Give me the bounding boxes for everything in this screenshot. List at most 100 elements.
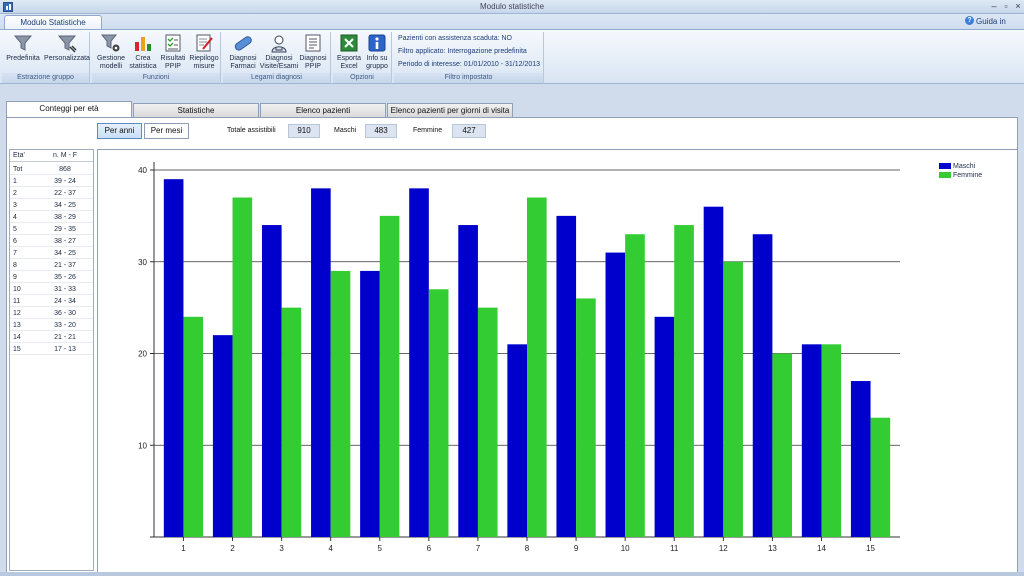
header-eta: Eta' [13,152,25,159]
maximize-icon[interactable]: ▫ [1001,1,1011,12]
age-cell: 6 [13,238,17,245]
per-anni-button[interactable]: Per anni [97,123,142,139]
totale-assistibili-value: 910 [288,124,320,138]
bar-maschi [752,234,773,537]
bar-femmine [183,316,204,537]
table-row: 9 35 - 26 [10,272,93,283]
bar-femmine [723,261,743,537]
x-tick-label: 7 [476,544,481,553]
age-cell: 3 [13,202,17,209]
count-cell: 21 - 21 [54,334,76,341]
checklist-icon [165,34,181,52]
bar-femmine [870,417,891,537]
x-tick-label: 5 [378,544,383,553]
age-table-header: Eta' n. M - F [10,150,93,162]
bar-femmine [477,307,498,537]
help-link[interactable]: ?Guida in linea [965,16,1023,37]
title-bar: Modulo statistiche – ▫ × [0,0,1024,14]
x-tick-label: 14 [817,544,826,553]
count-cell: 17 - 13 [54,346,76,353]
age-cell: 9 [13,274,17,281]
chart-legend: Maschi Femmine [939,162,982,180]
filter-applicato: Filtro applicato: Interrogazione predefi… [398,48,527,55]
group-label-estrazione: Estrazione gruppo [2,73,89,83]
content-area: Conteggi per età Statistiche Elenco pazi… [0,86,1024,576]
bar-maschi [507,344,527,537]
bar-maschi [556,215,577,537]
bar-femmine [428,289,449,537]
table-row: 6 38 - 27 [10,236,93,247]
gestione-modelli-label: Gestione modelli [96,55,126,70]
doctor-icon [271,35,287,53]
legend-item-maschi: Maschi [939,162,982,171]
age-cell: 1 [13,178,17,185]
help-icon: ? [965,16,974,25]
diagnosi-ppip-button[interactable]: Diagnosi PPIP [298,32,328,72]
predefinita-button[interactable]: Predefinita [4,32,42,72]
x-tick-label: 13 [768,544,777,553]
count-cell: 24 - 34 [54,298,76,305]
group-opzioni: Esporta Excel Info su gruppo Opzioni [333,32,392,84]
count-cell: 35 - 26 [54,274,76,281]
x-tick-label: 11 [670,544,679,553]
esporta-excel-button[interactable]: Esporta Excel [335,32,363,72]
ribbon: Predefinita Personalizzata Estrazione gr… [0,29,1024,84]
y-tick-label: 30 [138,258,147,267]
bar-chart: 10 20 30 40 1 2 3 4 5 6 7 8 9 10 11 12 13 14 15 Maschi Fem… [97,149,1018,573]
age-cell: 12 [13,310,21,317]
bar-maschi [605,252,626,537]
personalizzata-label: Personalizzata [44,55,90,62]
count-cell: 34 - 25 [54,250,76,257]
totale-assistibili-label: Totale assistibili [227,127,276,134]
table-row: 14 21 - 21 [10,332,93,343]
per-mesi-button[interactable]: Per mesi [144,123,189,139]
crea-statistica-button[interactable]: Crea statistica [128,32,158,72]
count-cell: 31 - 33 [54,286,76,293]
minimize-icon[interactable]: – [989,1,999,12]
gestione-modelli-button[interactable]: Gestione modelli [96,32,126,72]
personalizzata-button[interactable]: Personalizzata [44,32,90,72]
group-label-filtro: Filtro impostato [394,73,543,83]
close-icon[interactable]: × [1013,1,1023,12]
chart-svg: 102030401 2 3 4 5 6 7 8 9 10 11 12 13 14 15 [138,162,900,553]
ribbon-tab-modulo-statistiche[interactable]: Modulo Statistiche [4,15,102,30]
bar-femmine [232,197,253,537]
femmine-value: 427 [452,124,486,138]
legend-swatch-maschi [939,163,951,169]
diagnosi-visite-label: Diagnosi Visite/Esami [259,55,299,70]
femmine-label: Femmine [413,127,443,134]
tab-elenco-pazienti-giorni[interactable]: Elenco pazienti per giorni di visita [387,103,513,117]
diagnosi-farmaci-button[interactable]: Diagnosi Farmaci [227,32,259,72]
x-tick-label: 4 [328,544,333,553]
count-cell: 22 - 37 [54,190,76,197]
count-cell: 33 - 20 [54,322,76,329]
funnel-icon [13,35,33,51]
bar-maschi [212,335,233,537]
group-label-funzioni: Funzioni [92,73,220,83]
y-tick-label: 10 [138,441,147,450]
table-row: 8 21 - 37 [10,260,93,271]
form-pen-icon [196,34,213,52]
bar-maschi [654,316,675,537]
tab-statistiche[interactable]: Statistiche [133,103,259,117]
bar-femmine [379,215,400,537]
count-cell: 868 [59,166,71,173]
table-row: 5 29 - 35 [10,224,93,235]
diagnosi-visite-button[interactable]: Diagnosi Visite/Esami [259,32,299,72]
filter-periodo: Periodo di interesse: 01/01/2010 - 31/12… [398,61,541,68]
age-cell: Tot [13,166,23,173]
info-gruppo-button[interactable]: Info su gruppo [363,32,391,72]
tab-elenco-pazienti[interactable]: Elenco pazienti [260,103,386,117]
count-cell: 34 - 25 [54,202,76,209]
table-row: 1 39 - 24 [10,176,93,187]
group-estrazione: Predefinita Personalizzata Estrazione gr… [2,32,90,84]
x-tick-label: 1 [181,544,186,553]
riepilogo-misure-button[interactable]: Riepilogo misure [188,32,220,72]
tab-conteggi-per-eta[interactable]: Conteggi per età [6,101,132,118]
risultati-ppip-button[interactable]: Risultati PPIP [158,32,188,72]
group-label-opzioni: Opzioni [333,73,391,83]
group-filtro-impostato: Pazienti con assistenza scaduta: NO Filt… [394,32,544,84]
bar-maschi [261,225,282,538]
bar-maschi [801,344,822,537]
table-row: 2 22 - 37 [10,188,93,199]
